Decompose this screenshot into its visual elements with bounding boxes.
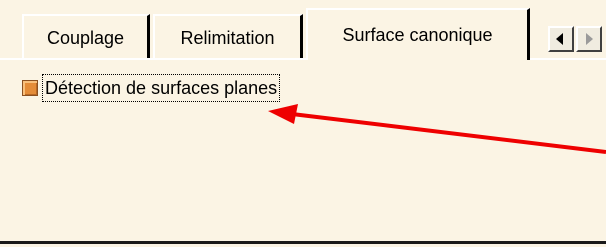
dialog-frame: Couplage Relimitation Surface canonique …	[0, 0, 606, 247]
tab-scroll-left-button[interactable]	[548, 26, 574, 52]
tab-scroll-buttons	[548, 26, 606, 54]
triangle-right-icon	[586, 33, 593, 45]
triangle-left-icon	[556, 33, 563, 45]
tab-scroll-right-button[interactable]	[576, 26, 602, 52]
planar-surface-detection-option[interactable]: Détection de surfaces planes	[22, 73, 281, 103]
checkbox-label[interactable]: Détection de surfaces planes	[42, 74, 281, 102]
tab-surface-canonique[interactable]: Surface canonique	[306, 8, 530, 60]
tab-strip: Couplage Relimitation Surface canonique	[0, 0, 606, 60]
tab-relimitation[interactable]: Relimitation	[153, 14, 303, 58]
tab-couplage[interactable]: Couplage	[22, 14, 150, 58]
checkbox-icon[interactable]	[22, 80, 38, 96]
